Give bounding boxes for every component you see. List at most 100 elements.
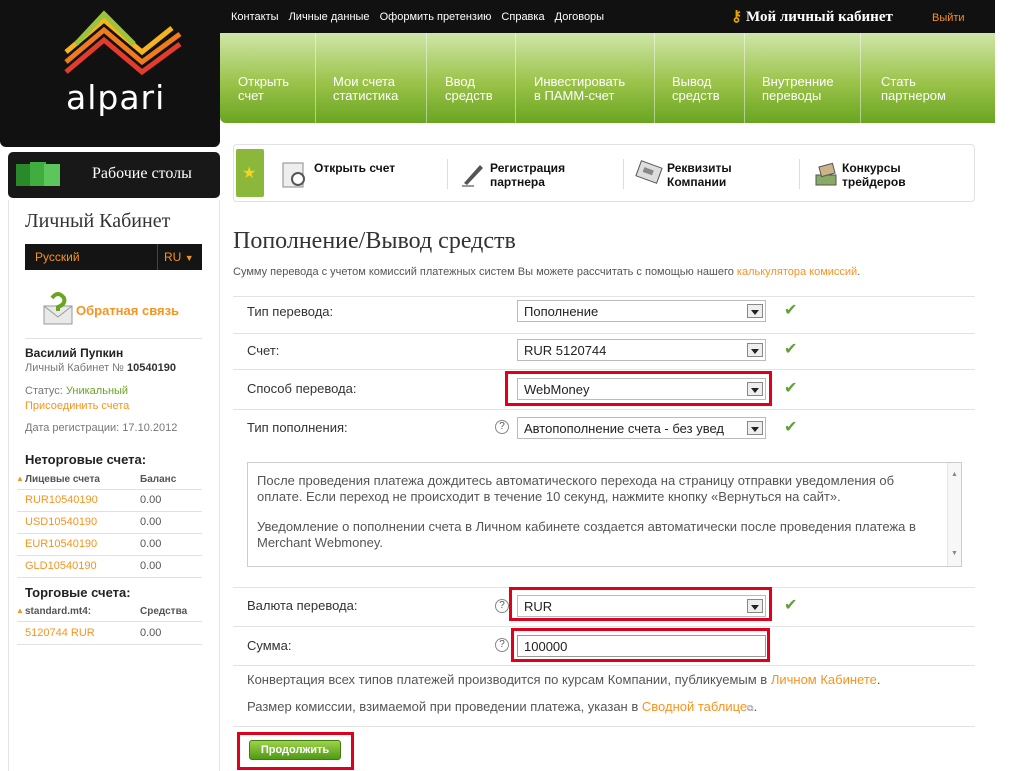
account-select[interactable]: RUR 5120744 bbox=[517, 339, 766, 361]
logo-text: alpari bbox=[66, 78, 166, 117]
language-select[interactable]: Русский RU ▼ bbox=[25, 244, 202, 270]
alpari-logo[interactable]: alpari bbox=[0, 0, 220, 147]
form-divider bbox=[233, 409, 975, 410]
top-bar: Контакты Личные данные Оформить претензи… bbox=[220, 0, 995, 33]
nav-withdraw[interactable]: Вывод средств bbox=[672, 75, 720, 103]
tab-partner-registration[interactable]: Регистрация партнера bbox=[490, 161, 565, 189]
summary-table-link[interactable]: Сводной таблице bbox=[642, 699, 747, 714]
account-link[interactable]: RUR10540190 bbox=[25, 494, 98, 506]
language-code-dropdown[interactable]: RU ▼ bbox=[157, 244, 202, 270]
tab-company-requisites[interactable]: Реквизиты Компании bbox=[667, 161, 732, 189]
account-link[interactable]: GLD10540190 bbox=[25, 560, 97, 572]
link-help[interactable]: Справка bbox=[501, 11, 544, 23]
nav-separator bbox=[744, 33, 745, 123]
commission-note-end: . bbox=[753, 699, 758, 714]
scrollbar[interactable]: ▲ ▼ bbox=[947, 463, 961, 566]
chevron-down-icon[interactable] bbox=[747, 304, 763, 318]
account-value: RUR 5120744 bbox=[524, 343, 607, 358]
currency-label: Валюта перевода: bbox=[247, 598, 358, 613]
nav-label: партнером bbox=[881, 88, 946, 103]
key-icon: ⚷ bbox=[731, 9, 742, 25]
nav-invest-pamm[interactable]: Инвестировать в ПАММ-счет bbox=[534, 75, 625, 103]
sidebar bbox=[8, 200, 220, 771]
help-icon[interactable]: ? bbox=[495, 599, 509, 613]
conversion-note: Конвертация всех типов платежей производ… bbox=[247, 672, 881, 687]
nav-separator bbox=[515, 33, 516, 123]
feedback-link[interactable]: Обратная связь bbox=[76, 303, 179, 318]
divider bbox=[17, 511, 202, 512]
col-header-accounts[interactable]: Лицевые счета bbox=[25, 474, 100, 485]
account-link[interactable]: EUR10540190 bbox=[25, 538, 97, 550]
sort-icon[interactable]: ▲ bbox=[16, 474, 24, 483]
highlight-box bbox=[237, 732, 354, 770]
account-balance: 0.00 bbox=[140, 494, 162, 506]
nav-become-partner[interactable]: Стать партнером bbox=[881, 75, 946, 103]
intro-text-body: Сумму перевода с учетом комиссий платежн… bbox=[233, 266, 734, 278]
nav-label: Вывод bbox=[672, 74, 712, 89]
highlight-box bbox=[509, 587, 772, 621]
info-textbox[interactable]: После проведения платежа дождитесь автом… bbox=[247, 462, 962, 567]
main-nav: Открыть счет Мои счета статистика Ввод сред… bbox=[220, 33, 995, 123]
check-icon: ✔ bbox=[784, 380, 798, 397]
desks-label: Рабочие столы bbox=[92, 165, 192, 182]
my-cabinet-label: Мой личный кабинет bbox=[746, 9, 893, 25]
conversion-note-text: Конвертация всех типов платежей производ… bbox=[247, 672, 768, 687]
nav-open-account[interactable]: Открыть счет bbox=[238, 75, 289, 103]
help-icon[interactable]: ? bbox=[495, 638, 509, 652]
info-paragraph-2: Уведомление о пополнении счета в Личном … bbox=[257, 519, 916, 550]
deposit-type-value: Автопополнение счета - без увед bbox=[524, 421, 724, 436]
info-paragraph-1: После проведения платежа дождитесь автом… bbox=[257, 473, 895, 504]
transfer-type-label: Тип перевода: bbox=[247, 304, 334, 319]
exit-link[interactable]: Выйти bbox=[932, 12, 965, 24]
quick-tabs: ★ Открыть счет Регистрация партнера Рекви… bbox=[233, 144, 975, 202]
divider bbox=[623, 159, 624, 189]
nav-deposit[interactable]: Ввод средств bbox=[445, 75, 493, 103]
sidebar-cabinet-title: Личный Кабинет bbox=[25, 210, 171, 232]
account-link[interactable]: USD10540190 bbox=[25, 516, 97, 528]
page-title: Пополнение/Вывод средств bbox=[233, 228, 516, 254]
link-contracts[interactable]: Договоры bbox=[555, 11, 604, 23]
intro-text: Сумму перевода с учетом комиссий платежн… bbox=[233, 266, 860, 278]
account-balance: 0.00 bbox=[140, 538, 162, 550]
nav-label: Внутренние bbox=[762, 74, 834, 89]
desks-button[interactable]: Рабочие столы bbox=[8, 152, 220, 198]
tab-label: Открыть счет bbox=[314, 161, 396, 175]
chevron-down-icon[interactable] bbox=[747, 343, 763, 357]
nav-my-accounts[interactable]: Мои счета статистика bbox=[333, 75, 398, 103]
link-claim[interactable]: Оформить претензию bbox=[380, 11, 492, 23]
link-personal-data[interactable]: Личные данные bbox=[289, 11, 370, 23]
sort-icon[interactable]: ▲ bbox=[16, 606, 24, 615]
commission-note-text: Размер комиссии, взимаемой при проведени… bbox=[247, 699, 639, 714]
feedback-icon bbox=[43, 292, 73, 325]
divider bbox=[799, 159, 800, 189]
nav-label: в ПАММ-счет bbox=[534, 88, 615, 103]
tab-open-account[interactable]: Открыть счет bbox=[314, 161, 395, 175]
help-icon[interactable]: ? bbox=[495, 420, 509, 434]
col-header-trading[interactable]: standard.mt4: bbox=[25, 606, 91, 617]
open-account-icon bbox=[282, 162, 305, 188]
check-icon: ✔ bbox=[784, 419, 798, 436]
nav-internal-transfers[interactable]: Внутренние переводы bbox=[762, 75, 834, 103]
status: Статус: Уникальный bbox=[25, 385, 128, 397]
transfer-type-value: Пополнение bbox=[524, 304, 599, 319]
registration-date: Дата регистрации: 17.10.2012 bbox=[25, 422, 178, 434]
language-name: Русский bbox=[35, 250, 80, 264]
personal-cabinet-link[interactable]: Личном Кабинете bbox=[771, 672, 877, 687]
link-contacts[interactable]: Контакты bbox=[231, 11, 279, 23]
status-label: Статус: bbox=[25, 385, 63, 397]
join-accounts-link[interactable]: Присоединить счета bbox=[25, 400, 129, 412]
deposit-type-select[interactable]: Автопополнение счета - без увед bbox=[517, 417, 766, 439]
my-cabinet[interactable]: ⚷ Мой личный кабинет bbox=[731, 7, 893, 26]
account-balance: 0.00 bbox=[140, 627, 162, 639]
tab-trader-contests[interactable]: Конкурсы трейдеров bbox=[842, 161, 906, 189]
account-link[interactable]: 5120744 RUR bbox=[25, 627, 95, 639]
nav-label: средств bbox=[445, 88, 493, 103]
status-value[interactable]: Уникальный bbox=[66, 385, 128, 397]
commission-calculator-link[interactable]: калькулятора комиссий bbox=[737, 266, 857, 278]
divider bbox=[17, 555, 202, 556]
tab-label: трейдеров bbox=[842, 175, 906, 189]
user-name: Василий Пупкин bbox=[25, 346, 124, 360]
tab-label: Конкурсы bbox=[842, 161, 901, 175]
chevron-down-icon[interactable] bbox=[747, 421, 763, 435]
transfer-type-select[interactable]: Пополнение bbox=[517, 300, 766, 322]
